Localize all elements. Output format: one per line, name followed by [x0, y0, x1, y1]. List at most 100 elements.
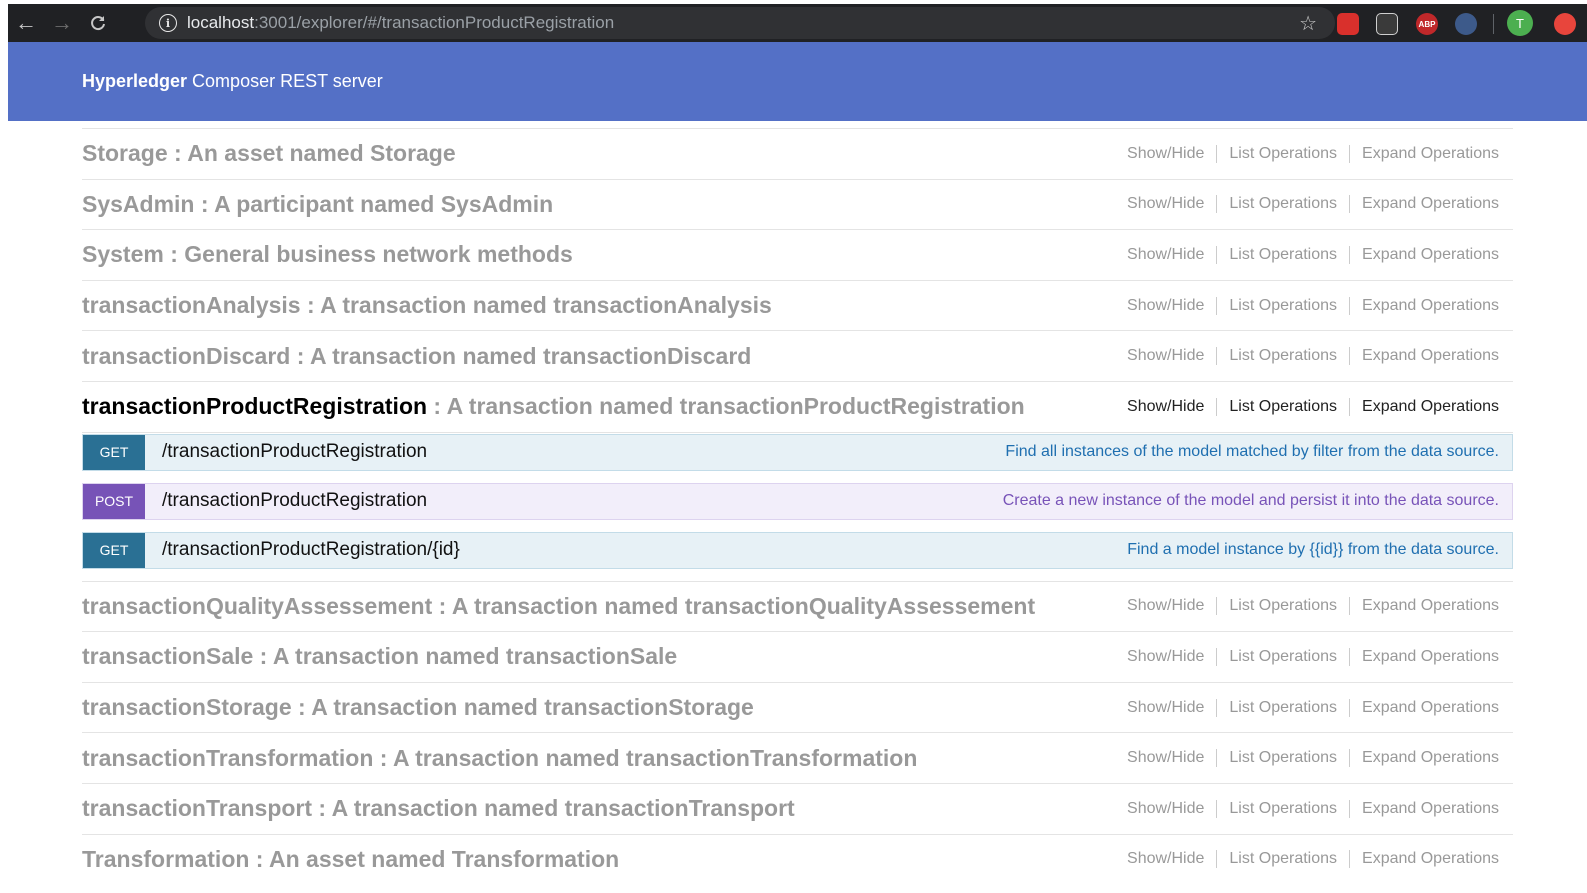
- expand-operations-link[interactable]: Expand Operations: [1350, 195, 1499, 213]
- list-operations-link[interactable]: List Operations: [1217, 699, 1349, 717]
- show-hide-link[interactable]: Show/Hide: [1115, 195, 1216, 213]
- resource-name[interactable]: transactionStorage: [82, 694, 292, 720]
- extension-icon[interactable]: [1455, 13, 1477, 35]
- list-operations-link[interactable]: List Operations: [1217, 749, 1349, 767]
- resource-name[interactable]: System: [82, 241, 164, 267]
- expand-operations-link[interactable]: Expand Operations: [1350, 749, 1499, 767]
- expand-operations-link[interactable]: Expand Operations: [1350, 145, 1499, 163]
- header-title[interactable]: Hyperledger Composer REST server: [82, 71, 383, 92]
- http-method-badge[interactable]: GET: [83, 532, 145, 568]
- resource-ops: Show/Hide List Operations Expand Operation…: [1115, 144, 1499, 163]
- list-operations-link[interactable]: List Operations: [1217, 800, 1349, 818]
- resource-name[interactable]: Storage: [82, 140, 168, 166]
- resource-name[interactable]: transactionSale: [82, 643, 253, 669]
- expand-operations-link[interactable]: Expand Operations: [1350, 850, 1499, 868]
- endpoint-row[interactable]: GET/transactionProductRegistration/{id} F…: [82, 531, 1513, 569]
- list-operations-link[interactable]: List Operations: [1217, 850, 1349, 868]
- expand-operations-link[interactable]: Expand Operations: [1350, 347, 1499, 365]
- endpoint-left: GET/transactionProductRegistration/{id}: [83, 532, 460, 568]
- expand-operations-link[interactable]: Expand Operations: [1350, 597, 1499, 615]
- resource-title[interactable]: System : General business network method…: [82, 241, 573, 268]
- resource-title[interactable]: transactionDiscard : A transaction named…: [82, 343, 751, 370]
- endpoint-row[interactable]: GET/transactionProductRegistration Find a…: [82, 433, 1513, 471]
- resource-desc: : An asset named Transformation: [249, 845, 620, 872]
- list-operations-link[interactable]: List Operations: [1217, 398, 1349, 416]
- resource-title[interactable]: transactionStorage : A transaction named…: [82, 694, 754, 721]
- show-hide-link[interactable]: Show/Hide: [1115, 699, 1216, 717]
- app-header: Hyperledger Composer REST server: [8, 42, 1587, 121]
- show-hide-link[interactable]: Show/Hide: [1115, 145, 1216, 163]
- show-hide-link[interactable]: Show/Hide: [1115, 246, 1216, 264]
- resource-title[interactable]: transactionSale : A transaction named tr…: [82, 643, 677, 670]
- endpoint-path[interactable]: /transactionProductRegistration/{id}: [162, 539, 460, 561]
- resource-ops: Show/Hide List Operations Expand Operation…: [1115, 749, 1499, 768]
- reload-icon[interactable]: [80, 4, 116, 42]
- resource-ops: Show/Hide List Operations Expand Operation…: [1115, 245, 1499, 264]
- star-icon[interactable]: ☆: [1299, 11, 1317, 36]
- profile-avatar[interactable]: T: [1507, 10, 1533, 36]
- resource-title[interactable]: transactionQualityAssessement : A transa…: [82, 593, 1035, 620]
- resource-name[interactable]: transactionQualityAssessement: [82, 593, 432, 619]
- list-operations-link[interactable]: List Operations: [1217, 145, 1349, 163]
- endpoint-summary[interactable]: Find all instances of the model matched …: [1005, 443, 1499, 461]
- show-hide-link[interactable]: Show/Hide: [1115, 297, 1216, 315]
- resource-name[interactable]: transactionProductRegistration: [82, 393, 427, 419]
- resource-name[interactable]: Transformation: [82, 846, 249, 872]
- show-hide-link[interactable]: Show/Hide: [1115, 398, 1216, 416]
- resource-title[interactable]: Storage : An asset named Storage: [82, 140, 456, 167]
- resource-name[interactable]: transactionAnalysis: [82, 292, 301, 318]
- list-operations-link[interactable]: List Operations: [1217, 597, 1349, 615]
- show-hide-link[interactable]: Show/Hide: [1115, 597, 1216, 615]
- resource-title[interactable]: SysAdmin : A participant named SysAdmin: [82, 191, 553, 218]
- expand-operations-link[interactable]: Expand Operations: [1350, 398, 1499, 416]
- list-operations-link[interactable]: List Operations: [1217, 195, 1349, 213]
- endpoint-path[interactable]: /transactionProductRegistration: [162, 441, 427, 463]
- expand-operations-link[interactable]: Expand Operations: [1350, 246, 1499, 264]
- resource-name[interactable]: transactionTransformation: [82, 745, 373, 771]
- resource-title[interactable]: transactionProductRegistration : A trans…: [82, 393, 1025, 420]
- show-hide-link[interactable]: Show/Hide: [1115, 800, 1216, 818]
- adblock-icon[interactable]: ABP: [1416, 13, 1438, 35]
- resource-desc: : A participant named SysAdmin: [194, 190, 554, 217]
- resource-name[interactable]: SysAdmin: [82, 191, 194, 217]
- resource-title[interactable]: Transformation : An asset named Transfor…: [82, 846, 619, 873]
- expand-operations-link[interactable]: Expand Operations: [1350, 648, 1499, 666]
- endpoint-summary[interactable]: Find a model instance by {{id}} from the…: [1127, 541, 1499, 559]
- forward-icon[interactable]: →: [44, 4, 80, 42]
- endpoint-summary[interactable]: Create a new instance of the model and p…: [1003, 492, 1499, 510]
- list-operations-link[interactable]: List Operations: [1217, 347, 1349, 365]
- resource-name[interactable]: transactionTransport: [82, 795, 312, 821]
- extension-icon[interactable]: [1376, 13, 1398, 35]
- url-host: localhost: [187, 13, 255, 32]
- list-operations-link[interactable]: List Operations: [1217, 246, 1349, 264]
- resource-row: transactionDiscard : A transaction named…: [82, 330, 1513, 381]
- show-hide-link[interactable]: Show/Hide: [1115, 648, 1216, 666]
- resource-desc: : A transaction named transactionStorage: [291, 694, 754, 721]
- address-bar[interactable]: i localhost:3001/explorer/#/transactionP…: [145, 7, 1335, 39]
- list-operations-link[interactable]: List Operations: [1217, 648, 1349, 666]
- expand-operations-link[interactable]: Expand Operations: [1350, 800, 1499, 818]
- resource-desc: : A transaction named transactionSale: [253, 643, 678, 670]
- info-icon[interactable]: i: [159, 14, 177, 32]
- extension-icon[interactable]: [1554, 13, 1576, 35]
- resource-ops: Show/Hide List Operations Expand Operation…: [1115, 799, 1499, 818]
- resource-title[interactable]: transactionTransport : A transaction nam…: [82, 795, 795, 822]
- show-hide-link[interactable]: Show/Hide: [1115, 850, 1216, 868]
- http-method-badge[interactable]: GET: [83, 434, 145, 470]
- http-method-badge[interactable]: POST: [83, 483, 145, 519]
- expand-operations-link[interactable]: Expand Operations: [1350, 297, 1499, 315]
- resource-title[interactable]: transactionTransformation : A transactio…: [82, 745, 917, 772]
- show-hide-link[interactable]: Show/Hide: [1115, 347, 1216, 365]
- resource-name[interactable]: transactionDiscard: [82, 343, 290, 369]
- resource-row: Transformation : An asset named Transfor…: [82, 833, 1513, 885]
- back-icon[interactable]: ←: [8, 4, 44, 42]
- list-operations-link[interactable]: List Operations: [1217, 297, 1349, 315]
- resource-title[interactable]: transactionAnalysis : A transaction name…: [82, 292, 772, 319]
- resource-ops: Show/Hide List Operations Expand Operation…: [1115, 347, 1499, 366]
- endpoint-row[interactable]: POST/transactionProductRegistration Creat…: [82, 482, 1513, 520]
- show-hide-link[interactable]: Show/Hide: [1115, 749, 1216, 767]
- expand-operations-link[interactable]: Expand Operations: [1350, 699, 1499, 717]
- endpoint-path[interactable]: /transactionProductRegistration: [162, 490, 427, 512]
- resource-desc: : General business network methods: [163, 241, 573, 268]
- extension-icon[interactable]: [1337, 13, 1359, 35]
